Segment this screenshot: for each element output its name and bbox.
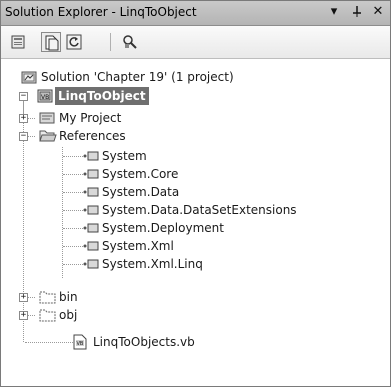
reference-icon	[83, 151, 99, 161]
reference-label: System.Data	[102, 185, 180, 199]
properties-icon	[11, 35, 25, 49]
file-label: LinqToObjects.vb	[93, 335, 195, 349]
solution-icon	[21, 71, 37, 84]
references-label: References	[59, 129, 126, 143]
reference-label: System.Xml	[102, 239, 174, 253]
tree-line	[25, 342, 73, 343]
toolbar-separator	[110, 33, 111, 51]
reference-label: System.Xml.Linq	[102, 257, 203, 271]
chevron-down-icon[interactable]: ▾	[326, 4, 342, 20]
my-project-icon	[39, 112, 55, 124]
window-title: Solution Explorer - LinqToObject	[5, 5, 197, 19]
class-view-icon	[123, 35, 137, 49]
tree-line	[62, 147, 63, 278]
reference-icon	[83, 259, 99, 269]
refresh-icon	[66, 34, 82, 50]
folder-dashed-icon	[39, 309, 56, 322]
tree-line	[63, 228, 85, 229]
expand-icon[interactable]: +	[19, 293, 28, 302]
obj-label: obj	[59, 308, 78, 322]
bin-label: bin	[59, 290, 78, 304]
show-all-files-icon	[45, 35, 59, 51]
tree-line	[63, 264, 85, 265]
reference-icon	[83, 241, 99, 251]
my-project-label: My Project	[59, 111, 122, 125]
project-label: LinqToObject	[55, 87, 149, 105]
reference-icon	[83, 205, 99, 215]
svg-text:VB: VB	[41, 94, 49, 101]
solution-explorer-window: Solution Explorer - LinqToObject ▾ ✕ Sol…	[0, 0, 391, 387]
title-bar: Solution Explorer - LinqToObject ▾ ✕	[1, 1, 390, 26]
vb-project-icon: VB	[37, 89, 53, 103]
svg-text:VB: VB	[77, 341, 84, 347]
folder-dashed-icon	[39, 291, 56, 304]
tree-line	[63, 156, 85, 157]
show-all-files-button[interactable]	[41, 32, 61, 52]
reference-label: System	[102, 149, 147, 163]
toolbar	[1, 26, 390, 59]
reference-icon	[83, 187, 99, 197]
expand-icon[interactable]: +	[19, 114, 28, 123]
collapse-icon[interactable]: −	[19, 92, 28, 101]
tree-line	[63, 174, 85, 175]
reference-label: System.Deployment	[102, 221, 224, 235]
solution-tree: Solution 'Chapter 19' (1 project) − VB L…	[1, 59, 390, 386]
reference-icon	[83, 223, 99, 233]
reference-label: System.Core	[102, 167, 179, 181]
folder-open-icon	[39, 130, 57, 142]
expand-icon[interactable]: +	[19, 311, 28, 320]
close-icon[interactable]: ✕	[370, 4, 386, 20]
collapse-icon[interactable]: −	[19, 132, 28, 141]
reference-label: System.Data.DataSetExtensions	[102, 203, 297, 217]
class-view-button[interactable]	[120, 32, 140, 52]
vb-file-icon: VB	[73, 334, 87, 350]
tree-line	[63, 246, 85, 247]
solution-label: Solution 'Chapter 19' (1 project)	[41, 70, 234, 84]
pin-icon[interactable]	[349, 4, 365, 20]
reference-icon	[83, 169, 99, 179]
tree-line	[63, 192, 85, 193]
tree-line	[63, 210, 85, 211]
refresh-button[interactable]	[64, 32, 84, 52]
properties-button[interactable]	[9, 32, 29, 52]
